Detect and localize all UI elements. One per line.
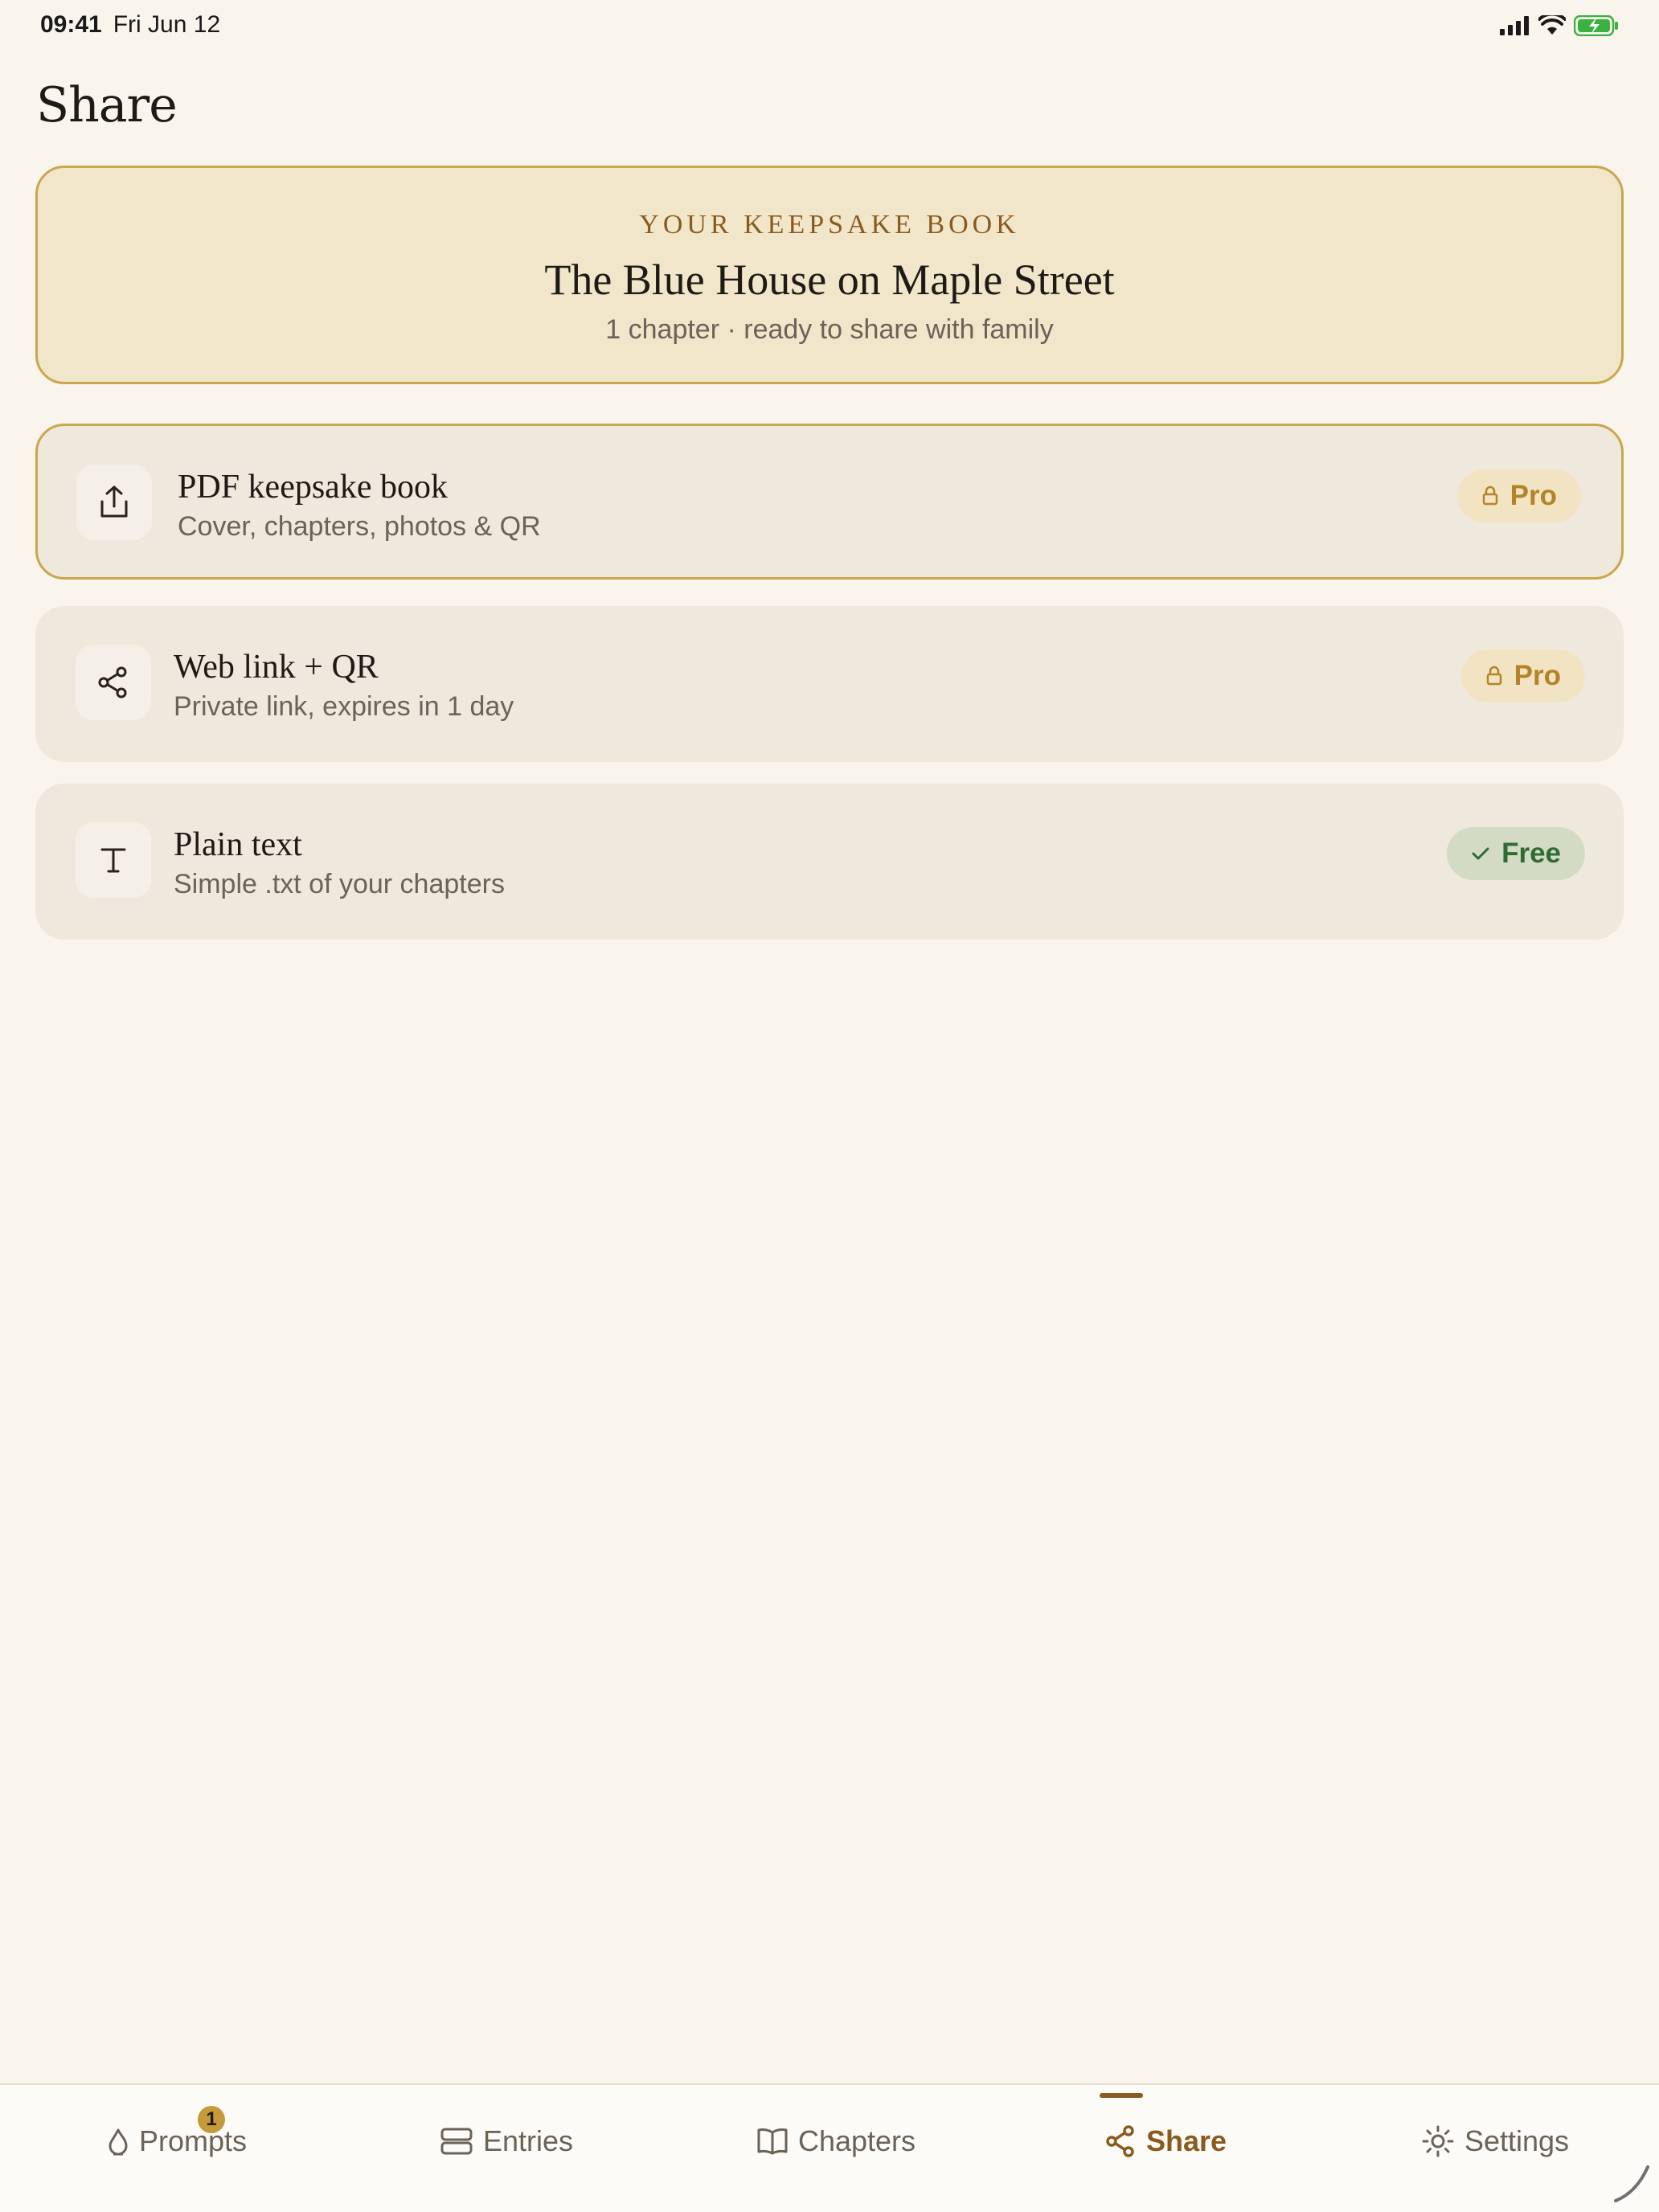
battery-charging-icon [1574, 15, 1618, 36]
option-title: PDF keepsake book [178, 469, 448, 506]
option-web-link[interactable]: Web link + QR Private link, expires in 1… [35, 606, 1624, 762]
status-icons [1500, 11, 1619, 40]
page-title: Share [36, 77, 178, 133]
option-title: Web link + QR [174, 649, 379, 686]
tab-label: Entries [482, 2124, 574, 2157]
status-time: 09:41 Fri Jun 12 [40, 11, 220, 39]
tab-label: Settings [1464, 2124, 1570, 2157]
home-indicator-corner [1614, 2165, 1649, 2202]
keepsake-book-card: YOUR KEEPSAKE BOOK The Blue House on Map… [35, 166, 1624, 384]
sun-gear-icon [1422, 2125, 1454, 2157]
tab-label: Share [1145, 2124, 1227, 2157]
notification-badge: 1 [198, 2106, 225, 2133]
tab-entries[interactable]: Entries [418, 2085, 595, 2198]
share-nodes-icon [76, 645, 151, 720]
book-icon [757, 2128, 788, 2155]
text-icon [76, 822, 151, 898]
tab-prompts[interactable]: Prompts 1 [80, 2085, 273, 2198]
option-subtitle: Private link, expires in 1 day [174, 691, 514, 722]
tab-label: Chapters [797, 2124, 916, 2157]
status-date: Fri Jun 12 [113, 11, 221, 38]
option-subtitle: Simple .txt of your chapters [174, 869, 505, 899]
book-subtitle: 1 chapter · ready to share with family [605, 314, 1054, 345]
badge-label: Pro [1514, 660, 1561, 691]
status-time-text: 09:41 [40, 11, 102, 38]
tab-share[interactable]: Share [1093, 2085, 1238, 2198]
share-nodes-icon [1106, 2125, 1134, 2157]
book-title: The Blue House on Maple Street [544, 256, 1115, 304]
lock-icon [1486, 666, 1501, 686]
option-subtitle: Cover, chapters, photos & QR [178, 511, 541, 542]
tab-chapters[interactable]: Chapters [739, 2085, 932, 2198]
flame-icon [109, 2128, 128, 2156]
badge-label: Pro [1509, 480, 1557, 511]
share-export-icon [76, 465, 152, 540]
checkmark-icon [1472, 847, 1489, 860]
pro-badge: Pro [1456, 469, 1581, 522]
keepsake-kicker: YOUR KEEPSAKE BOOK [639, 210, 1020, 240]
free-badge: Free [1447, 827, 1585, 880]
cellular-signal-icon [1500, 16, 1529, 35]
option-title: Plain text [174, 826, 302, 863]
badge-label: Free [1501, 838, 1561, 869]
stack-icon [440, 2128, 473, 2155]
tab-settings[interactable]: Settings [1407, 2085, 1583, 2198]
tab-label: Prompts [138, 2124, 248, 2157]
option-pdf-keepsake[interactable]: PDF keepsake book Cover, chapters, photo… [35, 424, 1624, 580]
tab-bar: Prompts 1 Entries Chapters Share Setting… [0, 2083, 1659, 2212]
status-bar: 09:41 Fri Jun 12 [0, 0, 1659, 51]
lock-icon [1482, 485, 1497, 506]
pro-badge: Pro [1460, 649, 1585, 703]
option-plain-text[interactable]: Plain text Simple .txt of your chapters … [35, 784, 1624, 940]
wifi-icon [1538, 15, 1566, 35]
